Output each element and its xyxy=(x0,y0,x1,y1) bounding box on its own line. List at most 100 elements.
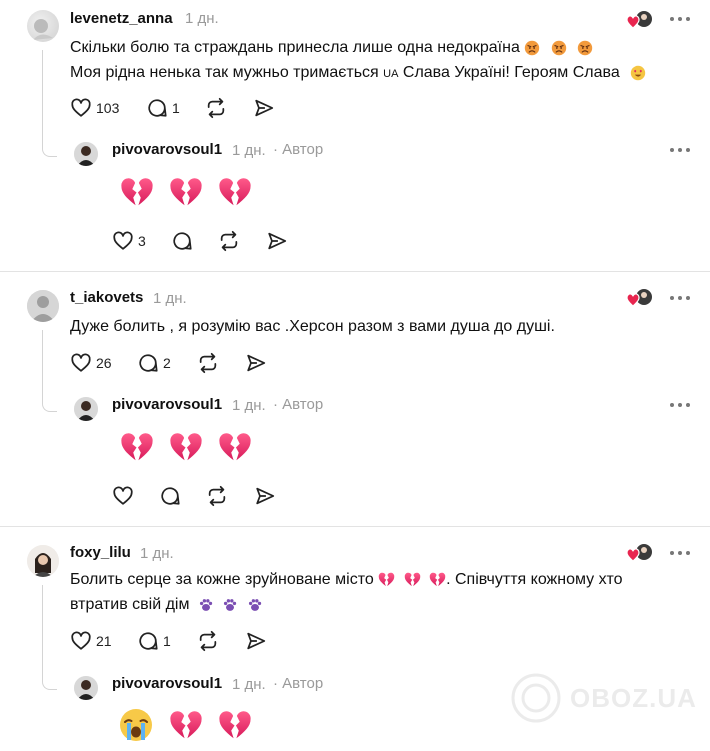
repost-button[interactable] xyxy=(206,485,228,507)
repost-icon xyxy=(218,230,240,252)
ua-flag-text: UA xyxy=(383,68,399,80)
heart-icon xyxy=(70,352,92,374)
username[interactable]: pivovarovsoul1 xyxy=(112,396,222,413)
comment-text-line: Скільки болю та страждань принесла лише … xyxy=(70,39,520,56)
more-icon[interactable] xyxy=(670,148,690,152)
thread-connector xyxy=(42,585,57,690)
timestamp[interactable]: 1 дн. xyxy=(140,545,174,562)
broken-heart-icon xyxy=(120,176,154,208)
comment-text-line: Моя рідна ненька так мужньо тримається xyxy=(70,64,384,81)
thread-connector xyxy=(42,330,57,412)
author-tag: · Автор xyxy=(273,675,324,692)
more-icon[interactable] xyxy=(670,296,690,300)
repost-button[interactable] xyxy=(218,230,240,252)
author-liked-badge xyxy=(626,289,652,307)
comment-text-line: Болить серце за кожне зруйноване місто xyxy=(70,571,374,588)
reply-count: 1 xyxy=(172,100,180,116)
heart-eyes-face-icon xyxy=(630,65,646,81)
more-icon[interactable] xyxy=(670,403,690,407)
repost-button[interactable] xyxy=(197,352,219,374)
reply-button[interactable]: 1 xyxy=(137,630,171,652)
purple-paw-icon xyxy=(222,597,238,613)
username[interactable]: pivovarovsoul1 xyxy=(112,675,222,692)
avatar-image xyxy=(27,545,59,577)
share-button[interactable] xyxy=(254,485,276,507)
reply-button[interactable] xyxy=(159,485,181,507)
reply-button[interactable]: 2 xyxy=(137,352,171,374)
watermark: OBOZ.UA xyxy=(510,672,697,724)
reply-button[interactable]: 1 xyxy=(146,97,180,119)
timestamp[interactable]: 1 дн. xyxy=(232,397,266,414)
heart-icon xyxy=(112,230,134,252)
broken-heart-icon xyxy=(378,572,395,587)
angry-face-icon xyxy=(551,40,567,56)
repost-button[interactable] xyxy=(205,97,227,119)
heart-icon xyxy=(70,630,92,652)
comment-icon xyxy=(159,485,181,507)
share-button[interactable] xyxy=(253,97,275,119)
author-liked-badge xyxy=(626,544,652,562)
timestamp[interactable]: 1 дн. xyxy=(232,676,266,693)
more-icon[interactable] xyxy=(670,17,690,21)
avatar[interactable] xyxy=(27,545,59,577)
repost-icon xyxy=(197,630,219,652)
comment-text: Болить серце за кожне зруйноване місто .… xyxy=(70,567,622,617)
heart-icon xyxy=(112,485,134,507)
crying-face-icon xyxy=(118,707,154,743)
like-button[interactable] xyxy=(112,485,134,507)
share-icon xyxy=(254,485,276,507)
timestamp[interactable]: 1 дн. xyxy=(153,290,187,307)
avatar[interactable] xyxy=(27,290,59,322)
username[interactable]: levenetz_anna xyxy=(70,10,173,27)
avatar-image xyxy=(74,397,98,421)
repost-icon xyxy=(206,485,228,507)
like-count: 26 xyxy=(96,355,112,371)
reply-count: 1 xyxy=(163,633,171,649)
comment-icon xyxy=(171,230,193,252)
broken-heart-icon xyxy=(169,709,203,741)
avatar[interactable] xyxy=(74,397,98,421)
username[interactable]: pivovarovsoul1 xyxy=(112,141,222,158)
share-button[interactable] xyxy=(266,230,288,252)
broken-heart-icon xyxy=(404,572,421,587)
comment-text: Дуже болить , я розумію вас .Херсон разо… xyxy=(70,318,555,335)
avatar[interactable] xyxy=(74,676,98,700)
avatar[interactable] xyxy=(74,142,98,166)
broken-heart-icon xyxy=(169,431,203,463)
username[interactable]: t_iakovets xyxy=(70,289,143,306)
like-button[interactable]: 26 xyxy=(70,352,112,374)
default-avatar-icon xyxy=(27,290,59,322)
share-button[interactable] xyxy=(245,352,267,374)
author-tag: · Автор xyxy=(273,396,324,413)
like-button[interactable]: 103 xyxy=(70,97,119,119)
reply-button[interactable] xyxy=(171,230,193,252)
avatar[interactable] xyxy=(27,10,59,42)
share-icon xyxy=(245,630,267,652)
like-count: 3 xyxy=(138,233,146,249)
like-count: 103 xyxy=(96,100,120,116)
broken-heart-icon xyxy=(169,176,203,208)
thread-connector xyxy=(42,50,57,157)
share-button[interactable] xyxy=(245,630,267,652)
more-icon[interactable] xyxy=(670,551,690,555)
repost-button[interactable] xyxy=(197,630,219,652)
like-button[interactable]: 3 xyxy=(112,230,146,252)
comment-icon xyxy=(146,97,168,119)
angry-face-icon xyxy=(577,40,593,56)
like-button[interactable]: 21 xyxy=(70,630,112,652)
repost-icon xyxy=(197,352,219,374)
comment-text-line: втратив свій дім xyxy=(70,596,190,613)
broken-heart-icon xyxy=(218,176,252,208)
divider xyxy=(0,271,710,272)
timestamp[interactable]: 1 дн. xyxy=(232,142,266,159)
repost-icon xyxy=(205,97,227,119)
timestamp[interactable]: 1 дн. xyxy=(185,10,219,27)
username[interactable]: foxy_lilu xyxy=(70,544,131,561)
angry-face-icon xyxy=(524,40,540,56)
comment-icon xyxy=(137,352,159,374)
author-liked-badge xyxy=(626,11,652,29)
broken-heart-icon xyxy=(120,431,154,463)
avatar-image xyxy=(33,19,53,40)
like-count: 21 xyxy=(96,633,112,649)
heart-icon xyxy=(70,97,92,119)
